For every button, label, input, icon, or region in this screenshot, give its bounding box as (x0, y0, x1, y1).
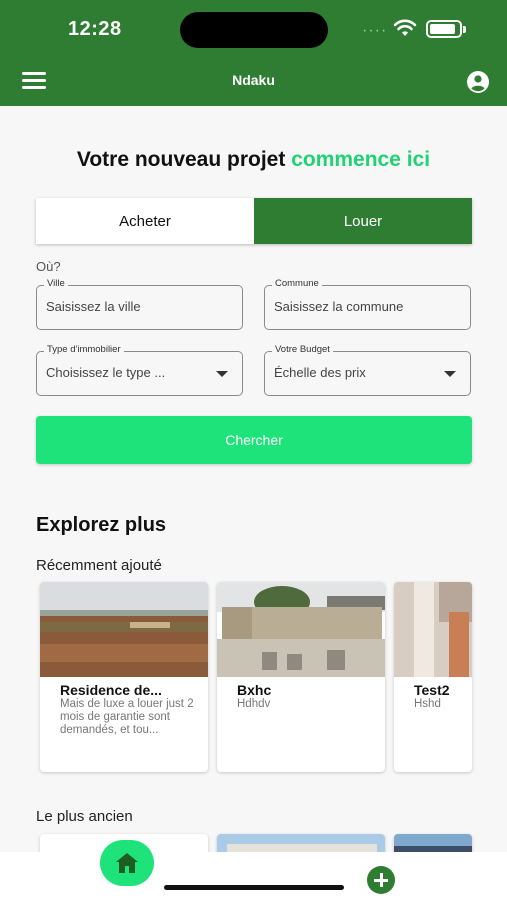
property-photo (217, 582, 385, 677)
city-input[interactable]: Ville Saisissez la ville (36, 278, 243, 330)
battery-icon (426, 20, 462, 38)
city-placeholder: Saisissez la ville (46, 299, 141, 314)
property-description: Hshd (414, 698, 441, 710)
app-title: Ndaku (232, 72, 275, 88)
buy-tab[interactable]: Acheter (36, 198, 254, 244)
bottom-navigation (0, 852, 507, 900)
wifi-icon (393, 19, 417, 36)
where-label: Où? (36, 259, 61, 274)
property-description: Mais de luxe a louer just 2 mois de gara… (60, 698, 194, 736)
explore-title: Explorez plus (36, 514, 167, 536)
battery-cap (463, 26, 466, 33)
hero-title: Votre nouveau projet commence ici (0, 148, 507, 172)
cellular-signal-icon: ···· (362, 22, 388, 39)
account-circle-icon[interactable] (466, 70, 490, 94)
dropdown-arrow-icon (444, 371, 456, 377)
home-icon (116, 853, 138, 873)
oldest-title: Le plus ancien (36, 808, 133, 825)
property-description: Hdhdv (237, 698, 271, 710)
budget-value: Échelle des prix (274, 365, 366, 380)
search-button[interactable]: Chercher (36, 416, 472, 464)
property-photo (40, 582, 208, 677)
city-label: Ville (44, 278, 68, 289)
dropdown-arrow-icon (216, 371, 228, 377)
property-card[interactable]: Residence de... Mais de luxe a louer jus… (40, 582, 208, 772)
property-card[interactable]: Test2 Hshd (394, 582, 472, 772)
budget-label: Votre Budget (272, 344, 333, 355)
rent-tab[interactable]: Louer (254, 198, 472, 244)
property-type-value: Choisissez le type ... (46, 365, 166, 380)
property-photo (394, 582, 472, 677)
hero-title-accent: commence ici (291, 148, 431, 171)
budget-select[interactable]: Votre Budget Échelle des prix (264, 344, 471, 396)
commune-label: Commune (272, 278, 322, 289)
status-time: 12:28 (68, 18, 122, 40)
mode-toggle: Acheter Louer (36, 198, 472, 244)
property-title: Bxhc (237, 682, 272, 698)
property-title: Residence de... (60, 682, 162, 698)
home-indicator (164, 885, 344, 890)
commune-input[interactable]: Commune Saisissez la commune (264, 278, 471, 330)
property-title: Test2 (414, 682, 450, 698)
commune-placeholder: Saisissez la commune (274, 299, 404, 314)
property-card[interactable]: Bxhc Hdhdv (217, 582, 385, 772)
home-button[interactable] (100, 840, 154, 886)
recent-title: Récemment ajouté (36, 557, 162, 574)
property-type-label: Type d'immobilier (44, 344, 124, 355)
dynamic-island (180, 12, 328, 48)
hero-title-main: Votre nouveau projet (76, 148, 286, 171)
add-icon[interactable] (367, 866, 395, 894)
property-type-select[interactable]: Type d'immobilier Choisissez le type ... (36, 344, 243, 396)
